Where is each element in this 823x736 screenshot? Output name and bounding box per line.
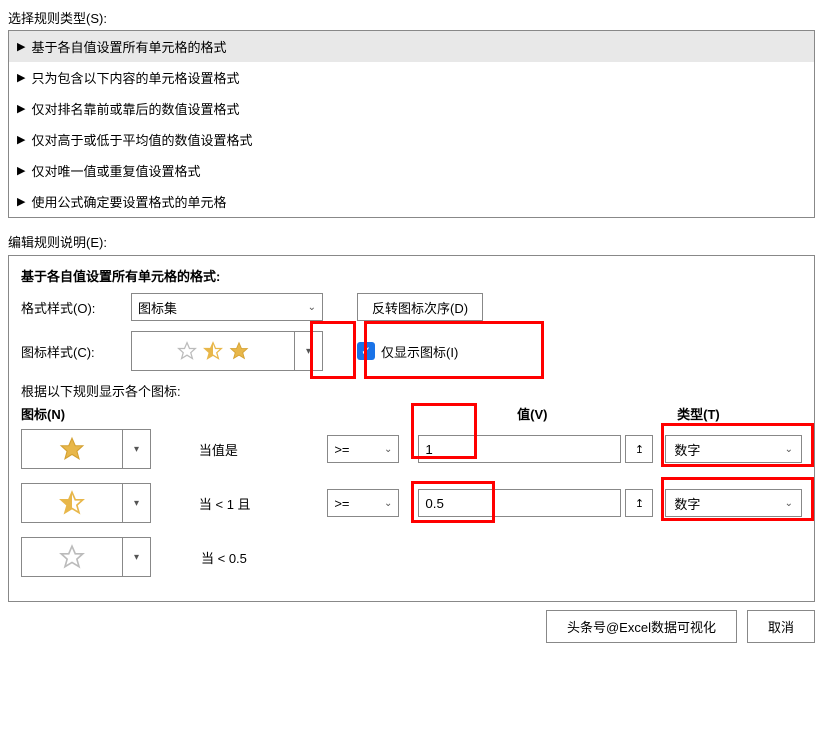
arrow-right-icon: ▶ <box>17 133 25 146</box>
condition-text: 当 < 1 且 <box>199 494 327 513</box>
rule-type-item[interactable]: ▶ 基于各自值设置所有单元格的格式 <box>9 31 814 62</box>
rule-type-text: 基于各自值设置所有单元格的格式 <box>31 37 226 56</box>
rule-type-text: 仅对高于或低于平均值的数值设置格式 <box>31 130 252 149</box>
icon-rule-row: ▾ 当 < 1 且 >=⌄ ↥ 数字⌄ <box>21 483 802 523</box>
value-input[interactable] <box>418 489 621 517</box>
rule-type-item[interactable]: ▶ 仅对唯一值或重复值设置格式 <box>9 155 814 186</box>
edit-rule-panel: 基于各自值设置所有单元格的格式: 格式样式(O): 图标集 ⌄ 反转图标次序(D… <box>8 255 815 602</box>
cell-reference-button[interactable]: ↥ <box>625 489 653 517</box>
value-header: 值(V) <box>517 404 547 423</box>
rule-type-item[interactable]: ▶ 使用公式确定要设置格式的单元格 <box>9 186 814 217</box>
chevron-down-icon: ⌄ <box>785 498 793 509</box>
arrow-right-icon: ▶ <box>17 102 25 115</box>
icon-picker[interactable]: ▾ <box>21 537 151 577</box>
rule-type-text: 仅对排名靠前或靠后的数值设置格式 <box>31 99 239 118</box>
type-select[interactable]: 数字⌄ <box>665 435 802 463</box>
star-half-icon <box>59 490 85 516</box>
operator-select[interactable]: >=⌄ <box>327 435 399 463</box>
star-full-icon <box>59 436 85 462</box>
icon-picker[interactable]: ▾ <box>21 483 151 523</box>
select-rule-type-label: 选择规则类型(S): <box>8 8 815 27</box>
edit-rule-desc-label: 编辑规则说明(E): <box>8 232 815 251</box>
format-style-label: 格式样式(O): <box>21 298 121 317</box>
operator-select[interactable]: >=⌄ <box>327 489 399 517</box>
icon-style-select[interactable]: ▾ <box>131 331 323 371</box>
icon-style-preview <box>132 341 294 361</box>
show-icon-only-checkbox[interactable]: ✓ <box>357 342 375 360</box>
rule-type-list: ▶ 基于各自值设置所有单元格的格式 ▶ 只为包含以下内容的单元格设置格式 ▶ 仅对排名… <box>8 30 815 218</box>
chevron-down-icon: ▾ <box>122 537 150 577</box>
icon-rule-row: ▾ 当 < 0.5 <box>21 537 802 577</box>
cancel-button[interactable]: 取消 <box>747 610 815 643</box>
format-style-select[interactable]: 图标集 ⌄ <box>131 293 323 321</box>
chevron-down-icon: ⌄ <box>785 444 793 455</box>
rule-type-item[interactable]: ▶ 只为包含以下内容的单元格设置格式 <box>9 62 814 93</box>
arrow-right-icon: ▶ <box>17 71 25 84</box>
chevron-down-icon: ⌄ <box>384 444 392 455</box>
show-icon-only-label: 仅显示图标(I) <box>381 342 458 361</box>
arrow-right-icon: ▶ <box>17 164 25 177</box>
icon-rule-row: ▾ 当值是 >=⌄ ↥ 数字⌄ <box>21 429 802 469</box>
star-outline-icon <box>59 544 85 570</box>
format-style-value: 图标集 <box>138 298 177 317</box>
edit-rule-title: 基于各自值设置所有单元格的格式: <box>21 266 802 285</box>
condition-text: 当 < 0.5 <box>201 548 331 567</box>
show-icon-only-wrap: ✓ 仅显示图标(I) <box>357 342 458 361</box>
rule-type-item[interactable]: ▶ 仅对高于或低于平均值的数值设置格式 <box>9 124 814 155</box>
icon-header: 图标(N) <box>21 404 199 423</box>
star-outline-icon <box>177 341 197 361</box>
rule-type-text: 使用公式确定要设置格式的单元格 <box>31 192 226 211</box>
chevron-down-icon: ▾ <box>122 429 150 469</box>
rule-type-text: 只为包含以下内容的单元格设置格式 <box>31 68 239 87</box>
star-half-icon <box>203 341 223 361</box>
arrow-right-icon: ▶ <box>17 40 25 53</box>
type-header: 类型(T) <box>677 407 720 422</box>
rule-display-label: 根据以下规则显示各个图标: <box>21 381 802 400</box>
icon-style-label: 图标样式(C): <box>21 342 121 361</box>
rule-type-text: 仅对唯一值或重复值设置格式 <box>31 161 200 180</box>
chevron-down-icon: ▾ <box>122 483 150 523</box>
cell-reference-button[interactable]: ↥ <box>625 435 653 463</box>
condition-text: 当值是 <box>199 440 327 459</box>
chevron-down-icon: ⌄ <box>384 498 392 509</box>
ok-button[interactable]: 头条号@Excel数据可视化 <box>546 610 737 643</box>
reverse-order-button[interactable]: 反转图标次序(D) <box>357 293 483 321</box>
chevron-down-icon: ▾ <box>294 331 322 371</box>
type-select[interactable]: 数字⌄ <box>665 489 802 517</box>
value-input[interactable] <box>418 435 621 463</box>
rule-type-item[interactable]: ▶ 仅对排名靠前或靠后的数值设置格式 <box>9 93 814 124</box>
star-full-icon <box>229 341 249 361</box>
arrow-right-icon: ▶ <box>17 195 25 208</box>
icon-picker[interactable]: ▾ <box>21 429 151 469</box>
chevron-down-icon: ⌄ <box>308 302 316 313</box>
